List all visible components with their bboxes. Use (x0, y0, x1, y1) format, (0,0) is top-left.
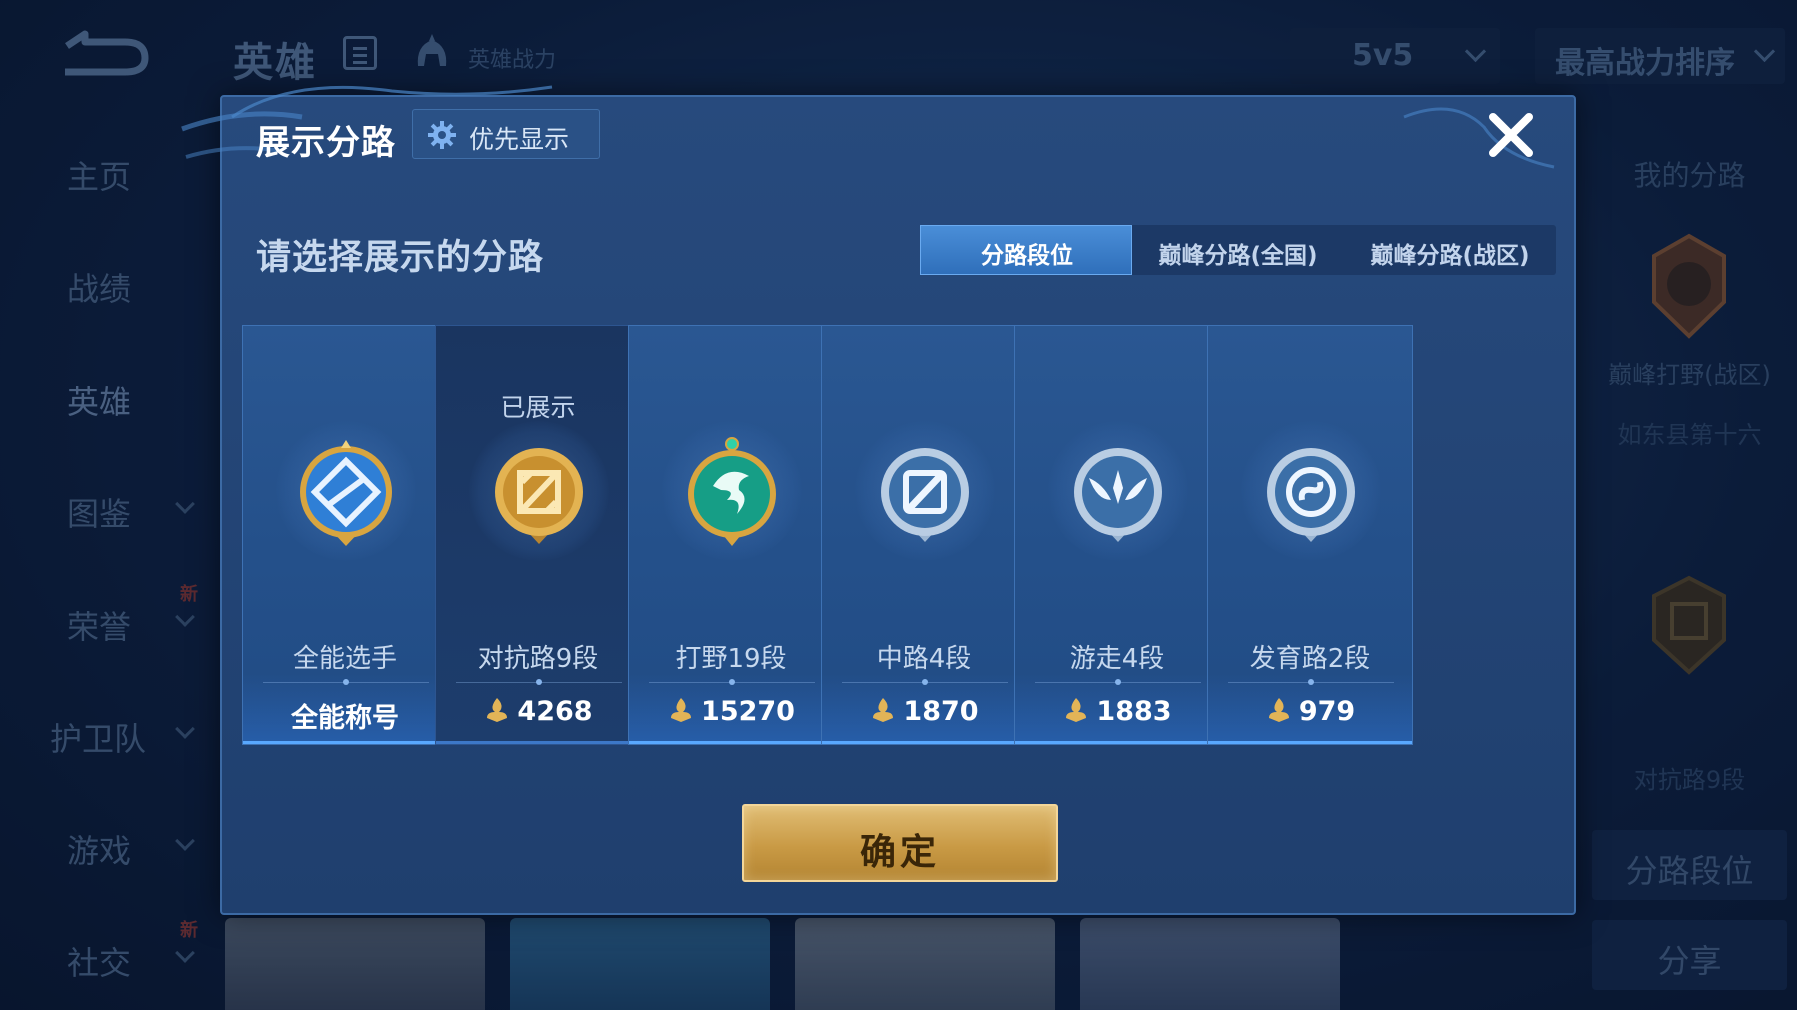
route-score: 979 (1298, 696, 1356, 727)
route-score-row: 15270 (629, 696, 833, 727)
cloud-ornament-icon (1403, 107, 1555, 169)
route-score: 4268 (517, 696, 593, 727)
close-icon[interactable] (1485, 109, 1537, 161)
route-name: 中路4段 (876, 644, 972, 674)
divider (263, 679, 429, 685)
divider (1035, 679, 1201, 685)
route-name: 对抗路9段 (477, 644, 599, 674)
dialog-subtitle: 请选择展示的分路 (256, 238, 545, 278)
tab-label: 分路段位 (981, 243, 1073, 269)
flame-icon (873, 698, 894, 722)
dialog-title: 展示分路 (256, 123, 396, 163)
flame-icon (1268, 698, 1289, 722)
route-score: 全能称号 (291, 703, 399, 734)
card-edge (822, 741, 1026, 744)
divider (456, 679, 622, 685)
route-card-farm-lane[interactable]: 发育路2段 979 (1207, 325, 1413, 745)
flame-icon (487, 698, 508, 722)
card-edge (1208, 741, 1412, 744)
flame-icon (671, 698, 692, 722)
tab-route-rank[interactable]: 分路段位 (920, 225, 1132, 275)
route-score-row: 1870 (822, 696, 1026, 727)
tab-label: 巅峰分路(全国) (1158, 243, 1318, 269)
rank-type-tabs: 分路段位 巅峰分路(全国) 巅峰分路(战区) (920, 225, 1556, 275)
gear-icon (428, 121, 456, 149)
card-edge (436, 741, 640, 744)
card-edge (243, 741, 447, 744)
divider (842, 679, 1008, 685)
card-edge (629, 741, 833, 744)
route-card-clash-lane[interactable]: 已展示 对抗路9段 4268 (435, 325, 641, 745)
priority-display-label: 优先显示 (469, 125, 570, 154)
farm-lane-badge-icon (1267, 448, 1355, 542)
clash-lane-badge-icon (495, 448, 583, 544)
jungle-badge-icon (688, 437, 776, 546)
tab-peak-region[interactable]: 巅峰分路(战区) (1344, 225, 1556, 275)
flame-icon (1066, 698, 1087, 722)
mid-lane-badge-icon (881, 448, 969, 542)
route-card-all-round[interactable]: 全能选手 全能称号 (242, 325, 448, 745)
card-edge (1015, 741, 1219, 744)
route-score-row: 979 (1208, 696, 1412, 727)
route-card-mid-lane[interactable]: 中路4段 1870 (821, 325, 1027, 745)
tab-peak-national[interactable]: 巅峰分路(全国) (1132, 225, 1344, 275)
priority-display-button[interactable]: 优先显示 (412, 109, 600, 159)
route-name: 游走4段 (1069, 644, 1165, 674)
route-score-row: 4268 (436, 696, 640, 727)
route-score: 1883 (1096, 696, 1172, 727)
all-round-badge-icon (300, 440, 392, 546)
route-name: 发育路2段 (1249, 644, 1371, 674)
route-display-dialog: 展示分路 优先显示 请选择展示的分路 分路段位 巅峰分路(全国) 巅峰分路(战区… (181, 85, 1576, 915)
route-cards: 全能选手 全能称号 已展示 对抗路9段 4268 打野19段 15270 中路4… (242, 325, 1562, 745)
route-score: 15270 (701, 696, 795, 727)
roam-badge-icon (1074, 448, 1162, 542)
confirm-button-label: 确定 (859, 832, 940, 873)
shown-status: 已展示 (500, 393, 576, 422)
route-name: 打野19段 (675, 644, 787, 674)
divider (649, 679, 815, 685)
route-card-jungle[interactable]: 打野19段 15270 (628, 325, 834, 745)
divider (1228, 679, 1394, 685)
route-score-row: 1883 (1015, 696, 1219, 727)
confirm-button[interactable]: 确定 (742, 804, 1058, 882)
route-card-roam[interactable]: 游走4段 1883 (1014, 325, 1220, 745)
route-score: 1870 (903, 696, 979, 727)
route-name: 全能选手 (292, 644, 397, 674)
tab-label: 巅峰分路(战区) (1370, 243, 1530, 269)
